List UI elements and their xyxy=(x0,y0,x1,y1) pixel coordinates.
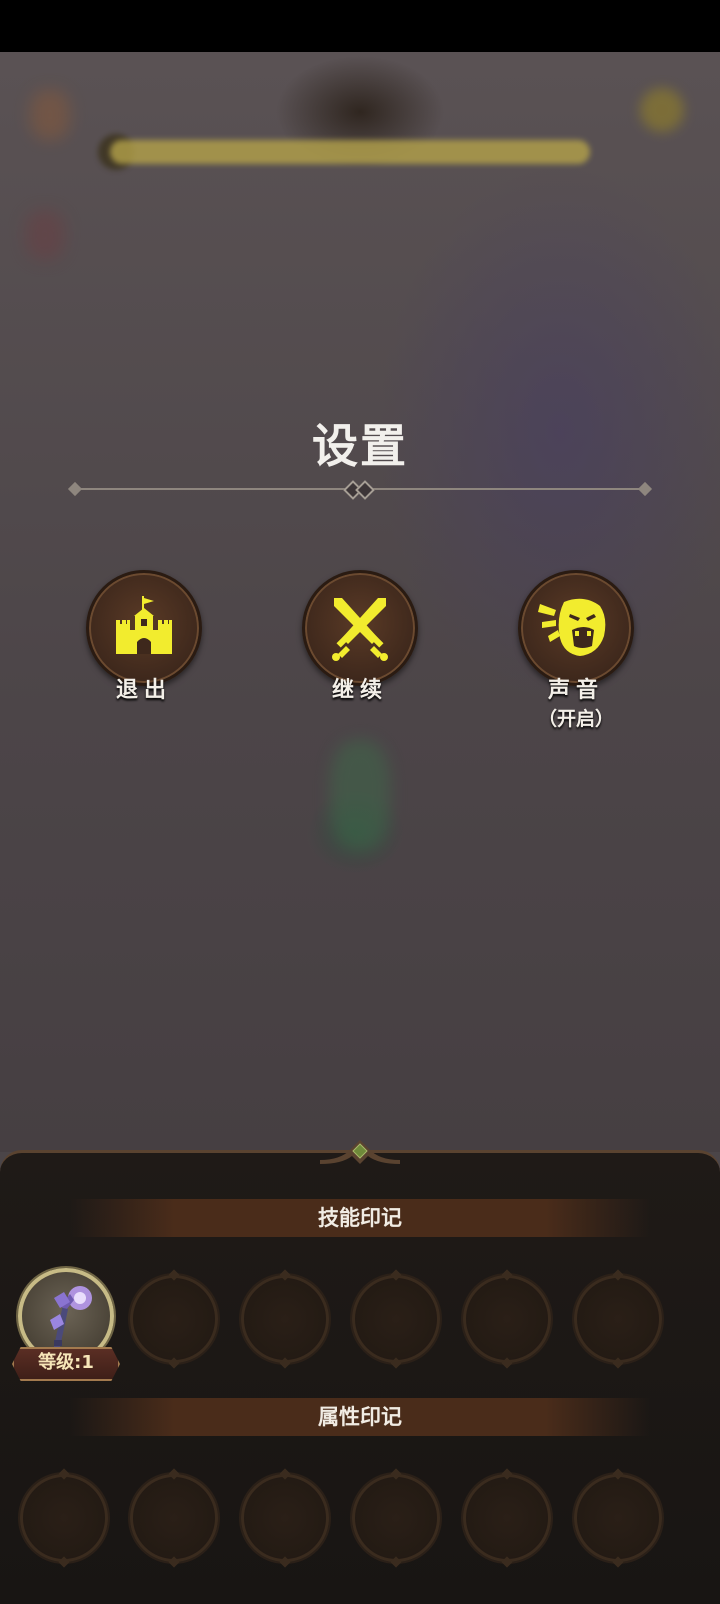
exit-button[interactable]: 退出 xyxy=(84,570,204,704)
magic-staff-icon xyxy=(50,1286,92,1349)
attribute-imprint-header: 属性印记 xyxy=(70,1398,650,1436)
attribute-slot-4[interactable] xyxy=(352,1474,440,1562)
sound-medal xyxy=(518,570,634,686)
castle-icon xyxy=(116,596,172,654)
skill-slot-6[interactable] xyxy=(574,1275,662,1363)
attribute-slot-3[interactable] xyxy=(241,1474,329,1562)
skill-slot-4[interactable] xyxy=(352,1275,440,1363)
panel-ornament-icon xyxy=(320,1140,400,1164)
attribute-slot-1[interactable] xyxy=(20,1474,108,1562)
attribute-slot-6[interactable] xyxy=(574,1474,662,1562)
blurred-health-bar xyxy=(110,140,590,164)
exit-medal xyxy=(86,570,202,686)
attribute-slot-5[interactable] xyxy=(463,1474,551,1562)
skill-slot-5[interactable] xyxy=(463,1275,551,1363)
title-divider xyxy=(67,480,653,500)
skill-slot-3[interactable] xyxy=(241,1275,329,1363)
blurred-character xyxy=(30,90,70,140)
skill-slot-2[interactable] xyxy=(130,1275,218,1363)
continue-medal xyxy=(302,570,418,686)
blurred-hero xyxy=(330,740,390,850)
sound-status: （开启） xyxy=(537,708,614,730)
blurred-character xyxy=(25,210,65,260)
sound-button[interactable]: 声音 （开启） xyxy=(516,570,636,731)
continue-label: 继续 xyxy=(331,678,388,703)
skill-level-badge: 等级:1 xyxy=(12,1347,120,1381)
skill-imprint-header: 技能印记 xyxy=(70,1199,650,1237)
shouting-face-icon xyxy=(538,598,606,656)
blurred-coin-icon xyxy=(640,88,684,132)
status-bar xyxy=(0,0,720,52)
settings-title: 设置 xyxy=(312,419,408,473)
attribute-slot-2[interactable] xyxy=(130,1474,218,1562)
crossed-swords-icon xyxy=(332,598,388,661)
exit-label: 退出 xyxy=(115,678,172,703)
sound-label: 声音 xyxy=(547,678,604,703)
continue-button[interactable]: 继续 xyxy=(300,570,420,704)
